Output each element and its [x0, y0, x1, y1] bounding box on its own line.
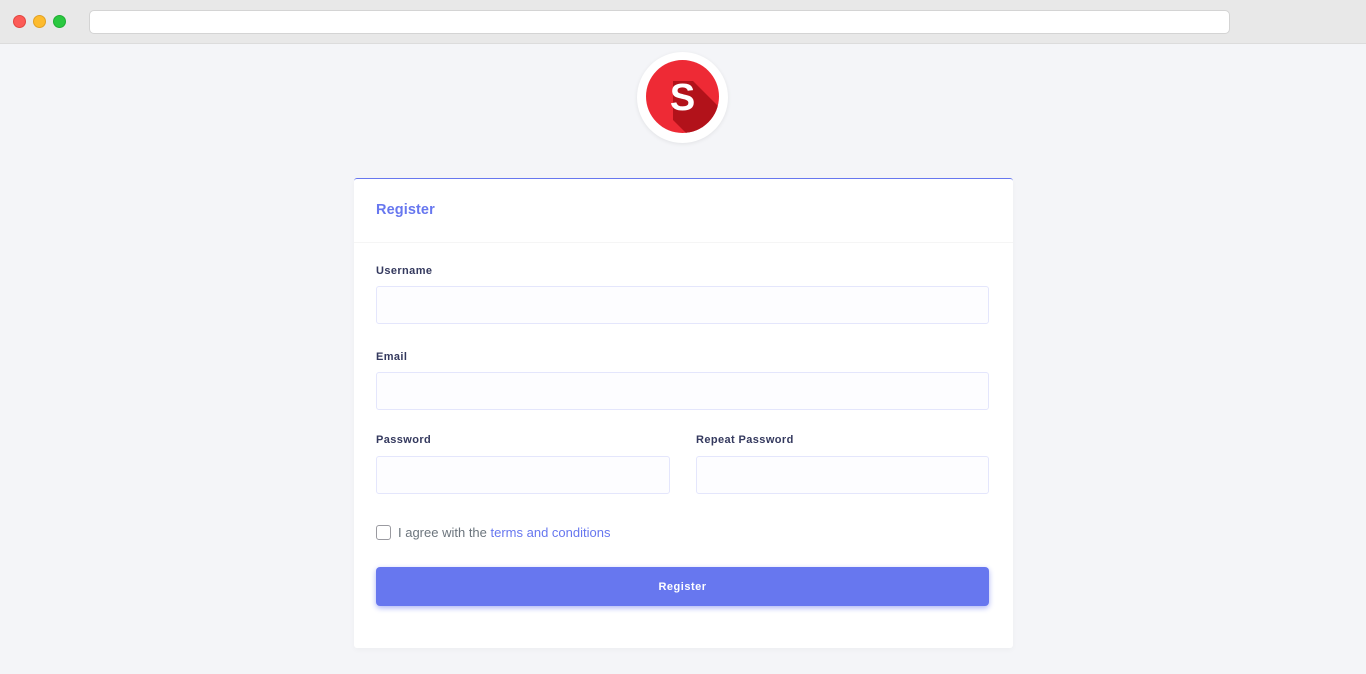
maximize-window-button[interactable]	[53, 15, 66, 28]
logo: S	[637, 52, 728, 143]
password-input[interactable]	[376, 456, 670, 494]
email-input[interactable]	[376, 372, 989, 410]
username-label: Username	[376, 265, 433, 277]
terms-link[interactable]: terms and conditions	[491, 525, 611, 540]
minimize-window-button[interactable]	[33, 15, 46, 28]
username-input[interactable]	[376, 286, 989, 324]
email-label: Email	[376, 351, 408, 363]
agree-label: I agree with the terms and conditions	[398, 525, 610, 540]
card-title: Register	[376, 202, 435, 218]
address-bar[interactable]	[89, 10, 1230, 34]
repeat-password-label: Repeat Password	[696, 434, 794, 446]
register-card: Register Username Email Password Repeat …	[354, 178, 1013, 648]
register-button[interactable]: Register	[376, 567, 989, 606]
close-window-button[interactable]	[13, 15, 26, 28]
agree-checkbox[interactable]	[376, 525, 391, 540]
logo-s-icon: S	[646, 60, 719, 133]
agree-text: I agree with the	[398, 525, 487, 540]
repeat-password-input[interactable]	[696, 456, 989, 494]
svg-text:S: S	[670, 77, 695, 119]
card-header: Register	[354, 179, 1013, 243]
password-label: Password	[376, 434, 432, 446]
browser-toolbar	[0, 0, 1366, 44]
